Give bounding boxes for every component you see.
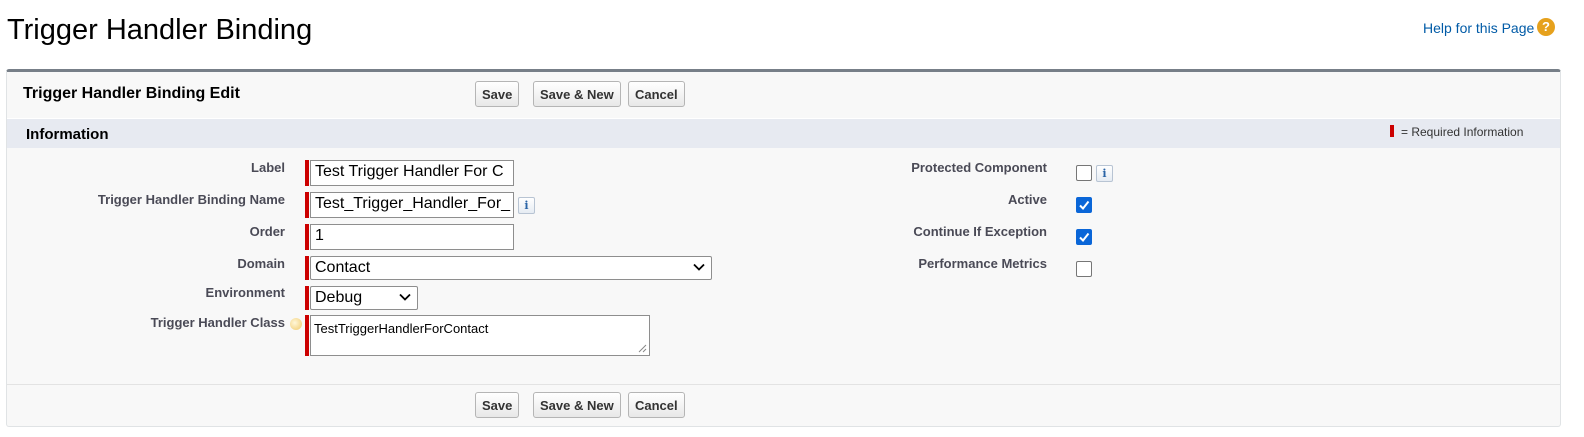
- chevron-down-icon: [693, 263, 705, 271]
- save-button-top[interactable]: Save: [475, 81, 520, 107]
- label-field-label: Label: [251, 160, 285, 175]
- info-icon[interactable]: i: [518, 197, 535, 214]
- edit-panel: Trigger Handler Binding Edit Save Save &…: [6, 69, 1561, 427]
- label-input[interactable]: Test Trigger Handler For C: [310, 160, 514, 186]
- environment-select-value: Debug: [315, 289, 363, 306]
- required-legend: = Required Information: [1390, 125, 1523, 139]
- performance-metrics-checkbox[interactable]: [1076, 261, 1092, 277]
- required-indicator: [305, 315, 309, 356]
- info-icon[interactable]: i: [1096, 165, 1113, 182]
- environment-select[interactable]: Debug: [310, 286, 418, 310]
- required-indicator: [305, 224, 309, 250]
- panel-title: Trigger Handler Binding Edit: [23, 85, 240, 102]
- handler-class-textarea[interactable]: TestTriggerHandlerForContact: [310, 315, 650, 356]
- active-checkbox[interactable]: [1076, 197, 1092, 213]
- checkmark-icon: [1079, 200, 1090, 211]
- required-indicator: [305, 286, 309, 310]
- order-input[interactable]: 1: [310, 224, 514, 250]
- save-new-button-top[interactable]: Save & New: [533, 81, 621, 107]
- performance-metrics-label: Performance Metrics: [918, 256, 1047, 271]
- environment-field-label: Environment: [205, 285, 285, 300]
- help-icon[interactable]: ?: [1537, 18, 1555, 36]
- page-title: Trigger Handler Binding: [7, 14, 313, 46]
- help-link[interactable]: Help for this Page: [1423, 20, 1534, 36]
- handler-class-value: TestTriggerHandlerForContact: [314, 321, 489, 336]
- required-indicator: [305, 160, 309, 186]
- name-field-label: Trigger Handler Binding Name: [97, 192, 285, 207]
- domain-select-value: Contact: [315, 259, 371, 276]
- save-button-bottom[interactable]: Save: [475, 392, 520, 418]
- handler-class-field-label: Trigger Handler Class: [150, 315, 285, 330]
- order-field-label: Order: [249, 224, 285, 239]
- resize-handle-icon[interactable]: [638, 344, 647, 353]
- protected-component-label: Protected Component: [911, 160, 1047, 175]
- required-indicator: [305, 256, 309, 280]
- cancel-button-bottom[interactable]: Cancel: [628, 392, 685, 418]
- name-input[interactable]: Test_Trigger_Handler_For_: [310, 192, 514, 218]
- footer-divider: [7, 384, 1560, 385]
- cancel-button-top[interactable]: Cancel: [628, 81, 685, 107]
- protected-component-checkbox[interactable]: [1076, 165, 1092, 181]
- required-legend-text: = Required Information: [1401, 125, 1524, 139]
- domain-field-label: Domain: [237, 256, 285, 271]
- active-label: Active: [1007, 192, 1047, 207]
- continue-if-exception-checkbox[interactable]: [1076, 229, 1092, 245]
- continue-if-exception-label: Continue If Exception: [913, 224, 1047, 239]
- information-section-header: Information = Required Information: [7, 118, 1560, 148]
- domain-select[interactable]: Contact: [310, 256, 712, 280]
- section-title: Information: [26, 126, 109, 143]
- save-new-button-bottom[interactable]: Save & New: [533, 392, 621, 418]
- chevron-down-icon: [399, 293, 411, 301]
- required-marker-icon: [1390, 125, 1394, 137]
- lookup-indicator-icon: [290, 318, 302, 330]
- checkmark-icon: [1079, 232, 1090, 243]
- required-indicator: [305, 192, 309, 218]
